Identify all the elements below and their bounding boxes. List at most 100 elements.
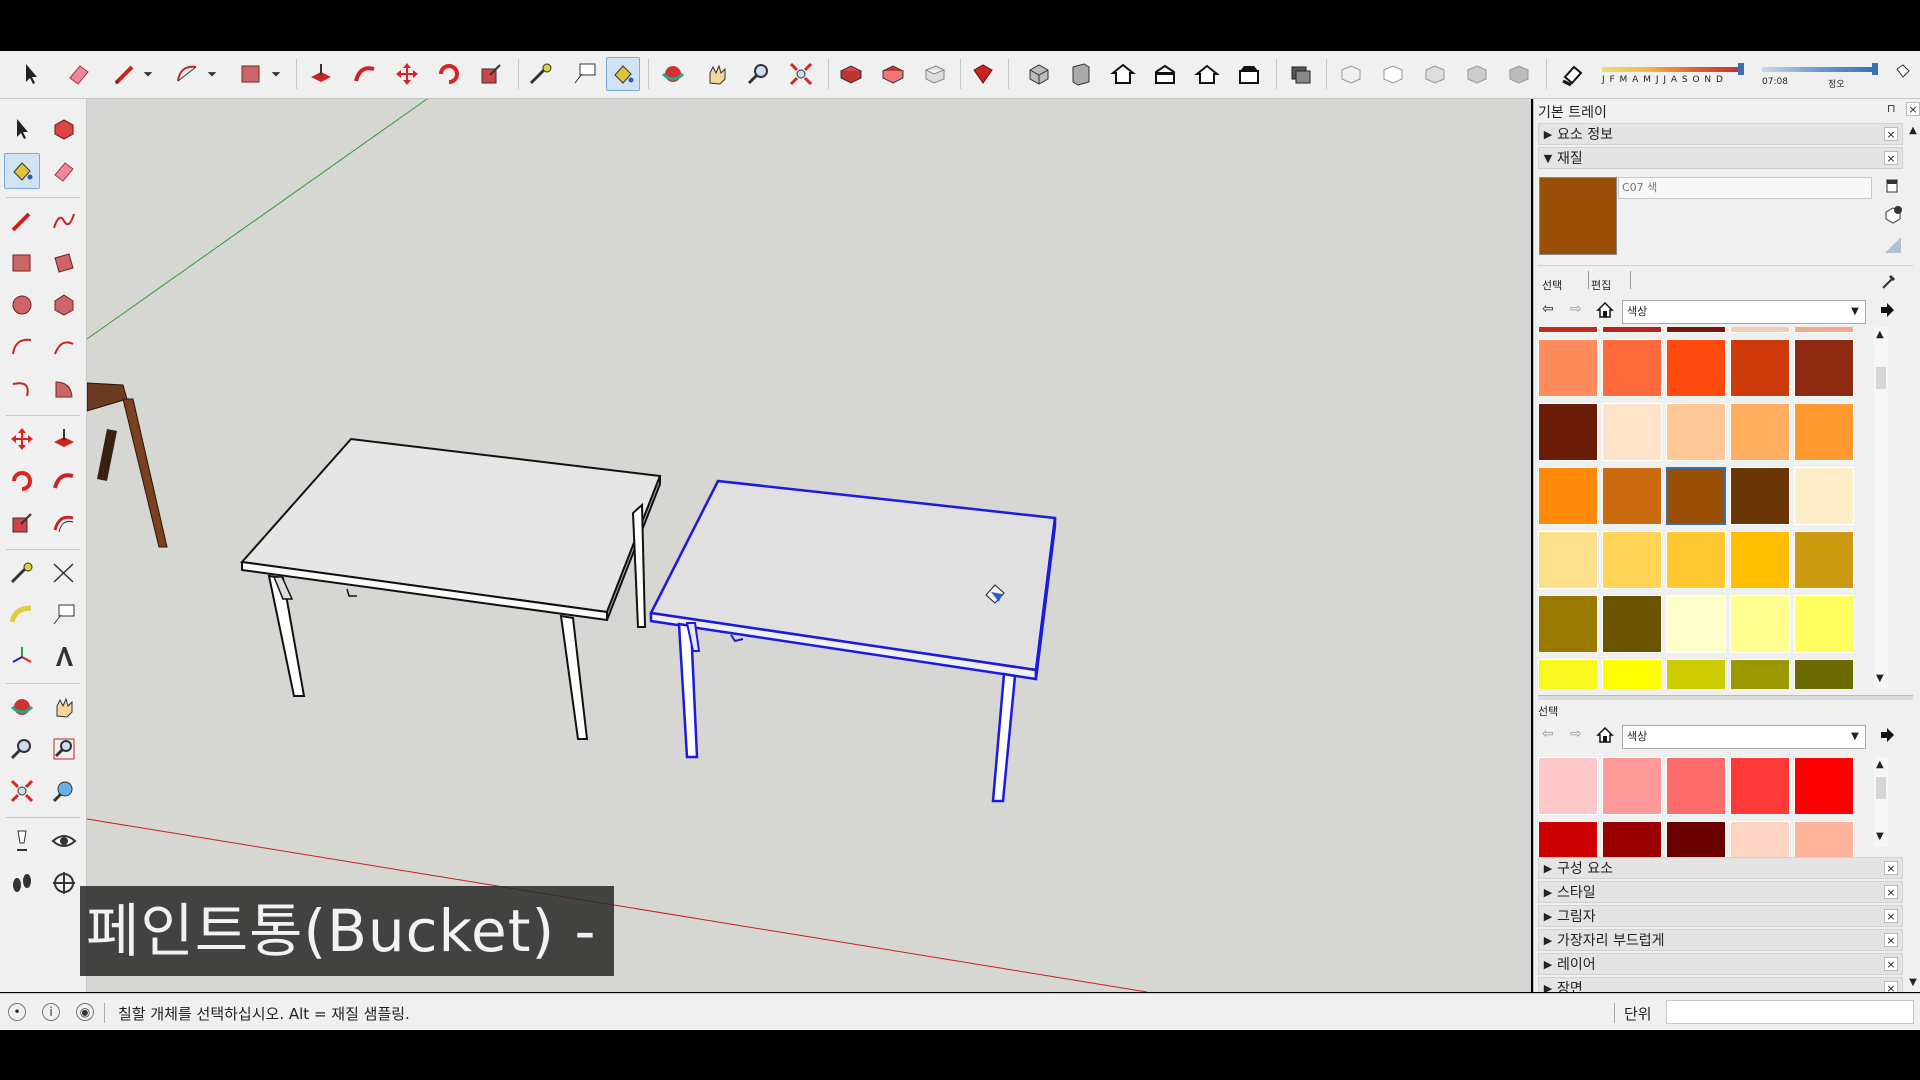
material-swatch[interactable]	[1602, 327, 1662, 333]
back-arrow-icon[interactable]: ⇦	[1542, 301, 1558, 317]
text-tool-icon[interactable]	[568, 57, 602, 91]
details-arrow-icon[interactable]	[1878, 301, 1896, 319]
circle-tool-icon[interactable]	[4, 287, 40, 323]
text-tool-icon[interactable]	[46, 597, 82, 633]
rotated-rectangle-tool-icon[interactable]	[46, 245, 82, 281]
secondary-collection-select[interactable]: 색상 ▼	[1622, 725, 1866, 749]
monochrome-style-icon[interactable]	[1502, 57, 1536, 91]
material-swatch[interactable]	[1730, 467, 1790, 525]
polygon-tool-icon[interactable]	[46, 287, 82, 323]
material-swatch[interactable]	[1730, 339, 1790, 397]
iso-view-icon[interactable]	[1022, 57, 1056, 91]
default-material-icon[interactable]	[1883, 235, 1903, 255]
front-view-icon[interactable]	[1106, 57, 1140, 91]
material-swatch[interactable]	[1666, 467, 1726, 525]
freehand-tool-icon[interactable]	[46, 203, 82, 239]
user-account-icon[interactable]: ◉	[76, 1003, 94, 1021]
scale-tool-icon[interactable]	[474, 57, 508, 91]
material-swatch[interactable]	[1538, 327, 1598, 333]
pan-tool-icon[interactable]	[46, 689, 82, 725]
material-swatch[interactable]	[1602, 339, 1662, 397]
panel-header[interactable]: ▶ 구성 요소 ×	[1538, 857, 1903, 879]
pan-tool-icon[interactable]	[700, 57, 734, 91]
top-view-icon[interactable]	[1064, 57, 1098, 91]
two-point-arc-tool-icon[interactable]	[46, 329, 82, 365]
material-swatch[interactable]	[1666, 595, 1726, 653]
material-swatch[interactable]	[1730, 659, 1790, 689]
scroll-up-arrow-icon[interactable]: ▲	[1876, 759, 1884, 770]
rectangle-tool-icon[interactable]	[234, 57, 268, 91]
forward-arrow-icon[interactable]: ⇨	[1570, 726, 1586, 742]
shaded-with-textures-style-icon[interactable]	[1460, 57, 1494, 91]
info-icon[interactable]: i	[42, 1003, 60, 1021]
time-slider-thumb[interactable]	[1872, 63, 1878, 75]
tray-close-icon[interactable]: ×	[1906, 102, 1920, 116]
follow-me-tool-icon[interactable]	[348, 57, 382, 91]
three-point-arc-tool-icon[interactable]	[4, 371, 40, 407]
material-swatch[interactable]	[1666, 403, 1726, 461]
3d-text-tool-icon[interactable]	[46, 639, 82, 675]
material-swatch[interactable]	[1730, 757, 1790, 815]
share-component-icon[interactable]	[918, 57, 952, 91]
material-swatch[interactable]	[1794, 467, 1854, 525]
select-tool-icon[interactable]	[14, 57, 48, 91]
shadow-time-slider[interactable]: 07:08 정오	[1760, 61, 1878, 91]
material-swatch[interactable]	[1794, 757, 1854, 815]
shape-dropdown-chevron-icon[interactable]	[268, 57, 284, 91]
push-pull-tool-icon[interactable]	[304, 57, 338, 91]
position-camera-icon[interactable]	[4, 823, 40, 859]
scroll-up-arrow-icon[interactable]: ▲	[1876, 329, 1884, 340]
material-swatch[interactable]	[1794, 403, 1854, 461]
toolbar-overflow-icon[interactable]	[1890, 57, 1918, 91]
line-dropdown-chevron-icon[interactable]	[140, 57, 156, 91]
move-tool-icon[interactable]	[4, 421, 40, 457]
material-swatch[interactable]	[1538, 659, 1598, 689]
material-swatch[interactable]	[1666, 757, 1726, 815]
shaded-style-icon[interactable]	[1418, 57, 1452, 91]
x-ray-style-icon[interactable]	[1284, 57, 1318, 91]
scale-tool-icon[interactable]	[4, 505, 40, 541]
panel-header[interactable]: ▶ 레이어 ×	[1538, 953, 1903, 975]
material-swatch[interactable]	[1794, 339, 1854, 397]
tape-measure-tool-icon[interactable]	[4, 555, 40, 591]
material-swatch[interactable]	[1666, 339, 1726, 397]
zoom-window-tool-icon[interactable]	[46, 731, 82, 767]
make-component-icon[interactable]	[46, 111, 82, 147]
tab-select[interactable]: 선택	[1542, 277, 1562, 293]
tab-edit[interactable]: 편집	[1591, 277, 1611, 293]
arc-tool-icon[interactable]	[170, 57, 204, 91]
material-swatch[interactable]	[1666, 659, 1726, 689]
scroll-down-arrow-icon[interactable]: ▼	[1876, 831, 1884, 842]
arc-dropdown-chevron-icon[interactable]	[204, 57, 220, 91]
shadows-toggle-icon[interactable]	[1556, 57, 1590, 91]
protractor-tool-icon[interactable]	[4, 597, 40, 633]
scrollbar-thumb[interactable]	[1876, 777, 1886, 799]
hidden-line-style-icon[interactable]	[1376, 57, 1410, 91]
material-swatch[interactable]	[1730, 403, 1790, 461]
panel-close-icon[interactable]: ×	[1884, 981, 1898, 992]
material-swatch[interactable]	[1666, 531, 1726, 589]
collection-select[interactable]: 색상 ▼	[1622, 300, 1866, 324]
material-swatch[interactable]	[1538, 467, 1598, 525]
look-around-eye-icon[interactable]	[46, 823, 82, 859]
eraser-tool-icon[interactable]	[46, 153, 82, 189]
share-model-icon[interactable]	[876, 57, 910, 91]
home-icon[interactable]	[1596, 726, 1614, 744]
scroll-down-arrow-icon[interactable]: ▼	[1876, 673, 1884, 684]
rotate-tool-icon[interactable]	[432, 57, 466, 91]
paint-bucket-tool-icon[interactable]	[606, 57, 640, 91]
paint-bucket-tool-icon[interactable]	[4, 153, 40, 189]
material-swatch[interactable]	[1538, 757, 1598, 815]
select-tool-icon[interactable]	[4, 111, 40, 147]
material-swatch[interactable]	[1794, 659, 1854, 689]
material-swatch[interactable]	[1538, 595, 1598, 653]
panel-close-icon[interactable]: ×	[1884, 885, 1898, 899]
follow-me-tool-icon[interactable]	[46, 463, 82, 499]
zoom-tool-icon[interactable]	[742, 57, 776, 91]
sample-paint-eyedropper-icon[interactable]	[1879, 271, 1899, 291]
shadow-date-slider[interactable]: J F M A M J J A S O N D	[1600, 61, 1748, 91]
scrollbar-thumb[interactable]	[1876, 367, 1886, 389]
orbit-tool-icon[interactable]	[656, 57, 690, 91]
display-secondary-pane-icon[interactable]	[1883, 177, 1901, 195]
panel-header[interactable]: ▶ 그림자 ×	[1538, 905, 1903, 927]
